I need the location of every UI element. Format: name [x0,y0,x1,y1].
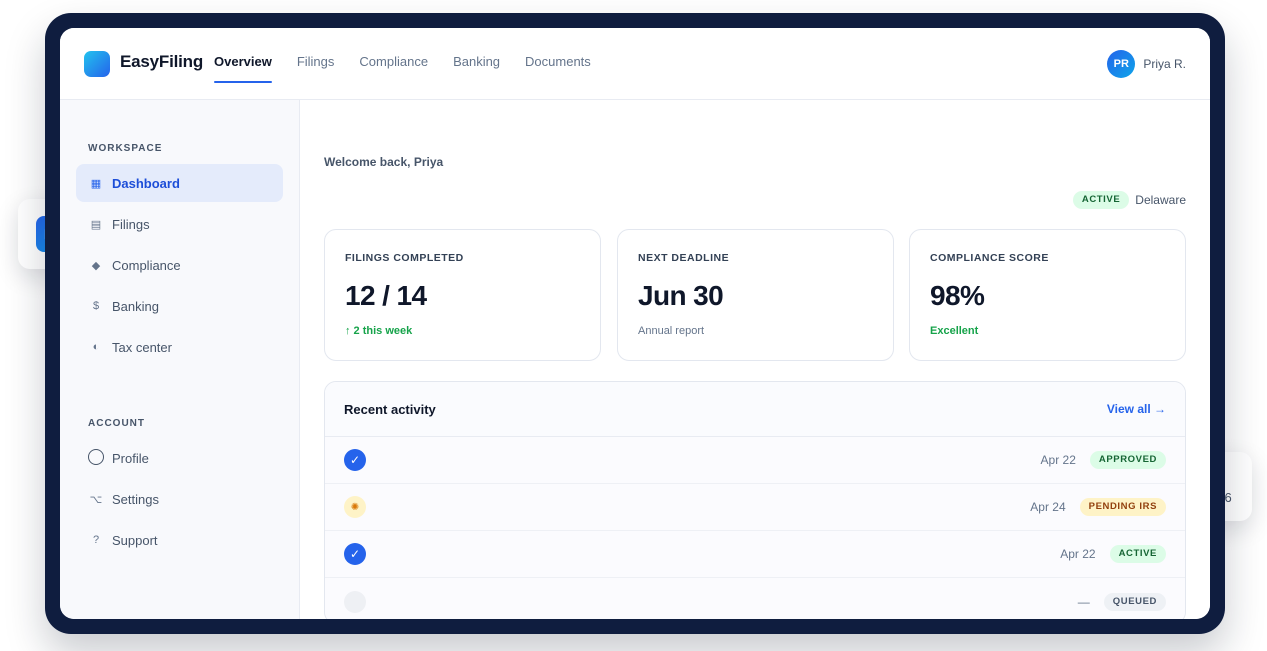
card-subtext: Annual report [638,325,705,337]
card-label: FILINGS COMPLETED [345,252,464,264]
sidebar-item-label: Tax center [112,339,172,355]
document-icon: ▤ [90,218,102,231]
compliance-score-card[interactable]: COMPLIANCE SCORE 98% Excellent [909,229,1186,361]
circle-icon [88,448,104,468]
filings-completed-card[interactable]: FILINGS COMPLETED 12 / 14 ↑ 2 this week [324,229,601,361]
activity-date: Apr 24 [1030,500,1066,514]
user-name[interactable]: Priya R. [1143,57,1186,71]
sidebar-item-label: Support [112,532,158,548]
main-nav: Overview Filings Compliance Banking Docu… [214,28,616,100]
nav-compliance[interactable]: Compliance [359,28,428,100]
sidebar-item-label: Dashboard [112,175,180,191]
sidebar-item-filings[interactable]: ▤ Filings [76,205,283,243]
entity-state: Delaware [1135,193,1186,207]
card-label: NEXT DEADLINE [638,252,730,264]
status-badge: ACTIVE [1109,545,1166,563]
user-menu[interactable]: PR Priya R. [1107,50,1186,78]
status-badge: QUEUED [1103,592,1166,611]
sidebar-item-settings[interactable]: ⌥ Settings [76,480,283,518]
nav-banking[interactable]: Banking [453,28,500,100]
main-content: Welcome back, Priya ACTIVE Delaware FILI… [301,100,1210,619]
top-navigation: EasyFiling Overview Filings Compliance B… [60,28,1210,100]
half-circle-icon: ◐ [92,341,100,353]
next-deadline-card[interactable]: NEXT DEADLINE Jun 30 Annual report [617,229,894,361]
workspace-section-label: WORKSPACE [88,143,163,154]
nav-filings[interactable]: Filings [297,28,335,100]
activity-title: Recent activity [344,401,436,417]
activity-row[interactable]: ✓ Apr 22 ACTIVE [325,531,1185,578]
card-value: Jun 30 [638,280,724,311]
activity-header: Recent activity View all → [325,382,1185,437]
card-value: 12 / 14 [345,280,427,311]
dollar-icon: $ [92,300,100,312]
activity-row[interactable]: ✺ Apr 24 PENDING IRS [325,484,1185,531]
account-section-label: ACCOUNT [88,418,145,429]
card-label: COMPLIANCE SCORE [930,252,1049,264]
sidebar-item-support[interactable]: ? Support [76,521,283,559]
card-subtext: Excellent [930,325,979,337]
avatar[interactable]: PR [1107,50,1136,78]
check-icon: ✓ [344,449,366,471]
sidebar: WORKSPACE ▦ Dashboard ▤ Filings ◆ Compli… [60,100,300,619]
sidebar-item-dashboard[interactable]: ▦ Dashboard [76,164,283,202]
sidebar-item-profile[interactable]: Profile [76,439,283,477]
activity-row[interactable]: ✓ Apr 22 APPROVED [325,437,1185,484]
sidebar-item-label: Filings [112,216,150,232]
brand-name[interactable]: EasyFiling [120,52,203,72]
sidebar-item-label: Banking [112,298,159,314]
sidebar-item-tax-center[interactable]: ◐ Tax center [76,328,283,366]
grid-icon: ▦ [90,177,102,190]
logo-icon[interactable] [84,51,110,77]
activity-row[interactable]: — QUEUED [325,578,1185,619]
view-all-link[interactable]: View all → [1107,402,1166,416]
status-badge: APPROVED [1089,451,1166,469]
welcome-message: Welcome back, Priya [324,155,444,169]
question-icon: ? [92,534,100,546]
nav-documents[interactable]: Documents [525,28,591,100]
nav-overview[interactable]: Overview [214,28,272,100]
activity-date: Apr 22 [1060,547,1096,561]
option-key-icon: ⌥ [89,493,103,506]
card-subtext: ↑ 2 this week [345,325,413,337]
app-screen: EasyFiling Overview Filings Compliance B… [60,28,1210,619]
pending-icon: ✺ [344,496,366,518]
activity-date: — [1077,594,1090,609]
recent-activity-panel: Recent activity View all → ✓ Apr 22 APPR… [324,381,1186,619]
entity-status: ACTIVE Delaware [1072,191,1186,209]
status-badge: ACTIVE [1072,191,1130,209]
activity-date: Apr 22 [1040,453,1076,467]
sidebar-item-compliance[interactable]: ◆ Compliance [76,246,283,284]
card-value: 98% [930,280,985,311]
diamond-icon: ◆ [91,259,101,272]
sidebar-item-label: Profile [112,450,149,466]
queued-icon [344,590,366,613]
status-badge: PENDING IRS [1079,498,1166,516]
sidebar-item-label: Compliance [112,257,181,273]
sidebar-item-banking[interactable]: $ Banking [76,287,283,325]
sidebar-item-label: Settings [112,491,159,507]
check-icon: ✓ [344,543,366,565]
